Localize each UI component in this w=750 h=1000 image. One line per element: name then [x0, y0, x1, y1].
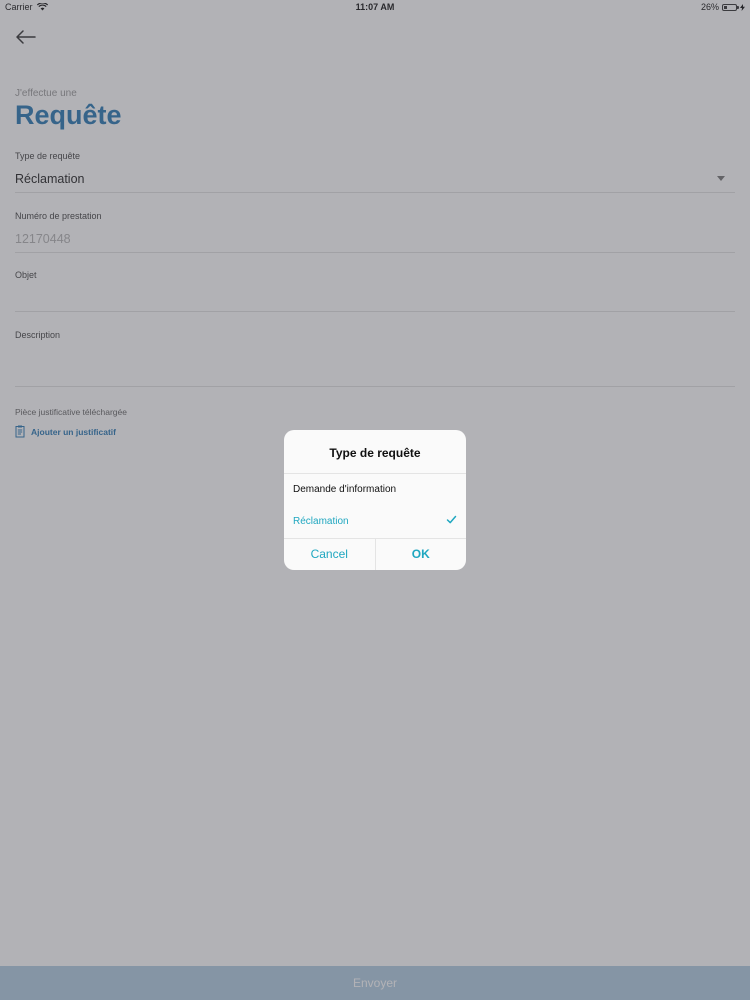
picker-option-information[interactable]: Demande d'information	[284, 474, 466, 506]
request-type-picker: Type de requête Demande d'information Ré…	[284, 430, 466, 570]
picker-actions: Cancel OK	[284, 538, 466, 570]
picker-option-label: Réclamation	[293, 516, 349, 527]
picker-title: Type de requête	[329, 446, 421, 460]
ok-button[interactable]: OK	[376, 538, 467, 570]
checkmark-icon	[446, 515, 457, 524]
picker-option-claim[interactable]: Réclamation	[284, 506, 466, 538]
picker-option-label: Demande d'information	[293, 484, 397, 495]
cancel-button[interactable]: Cancel	[284, 538, 375, 570]
